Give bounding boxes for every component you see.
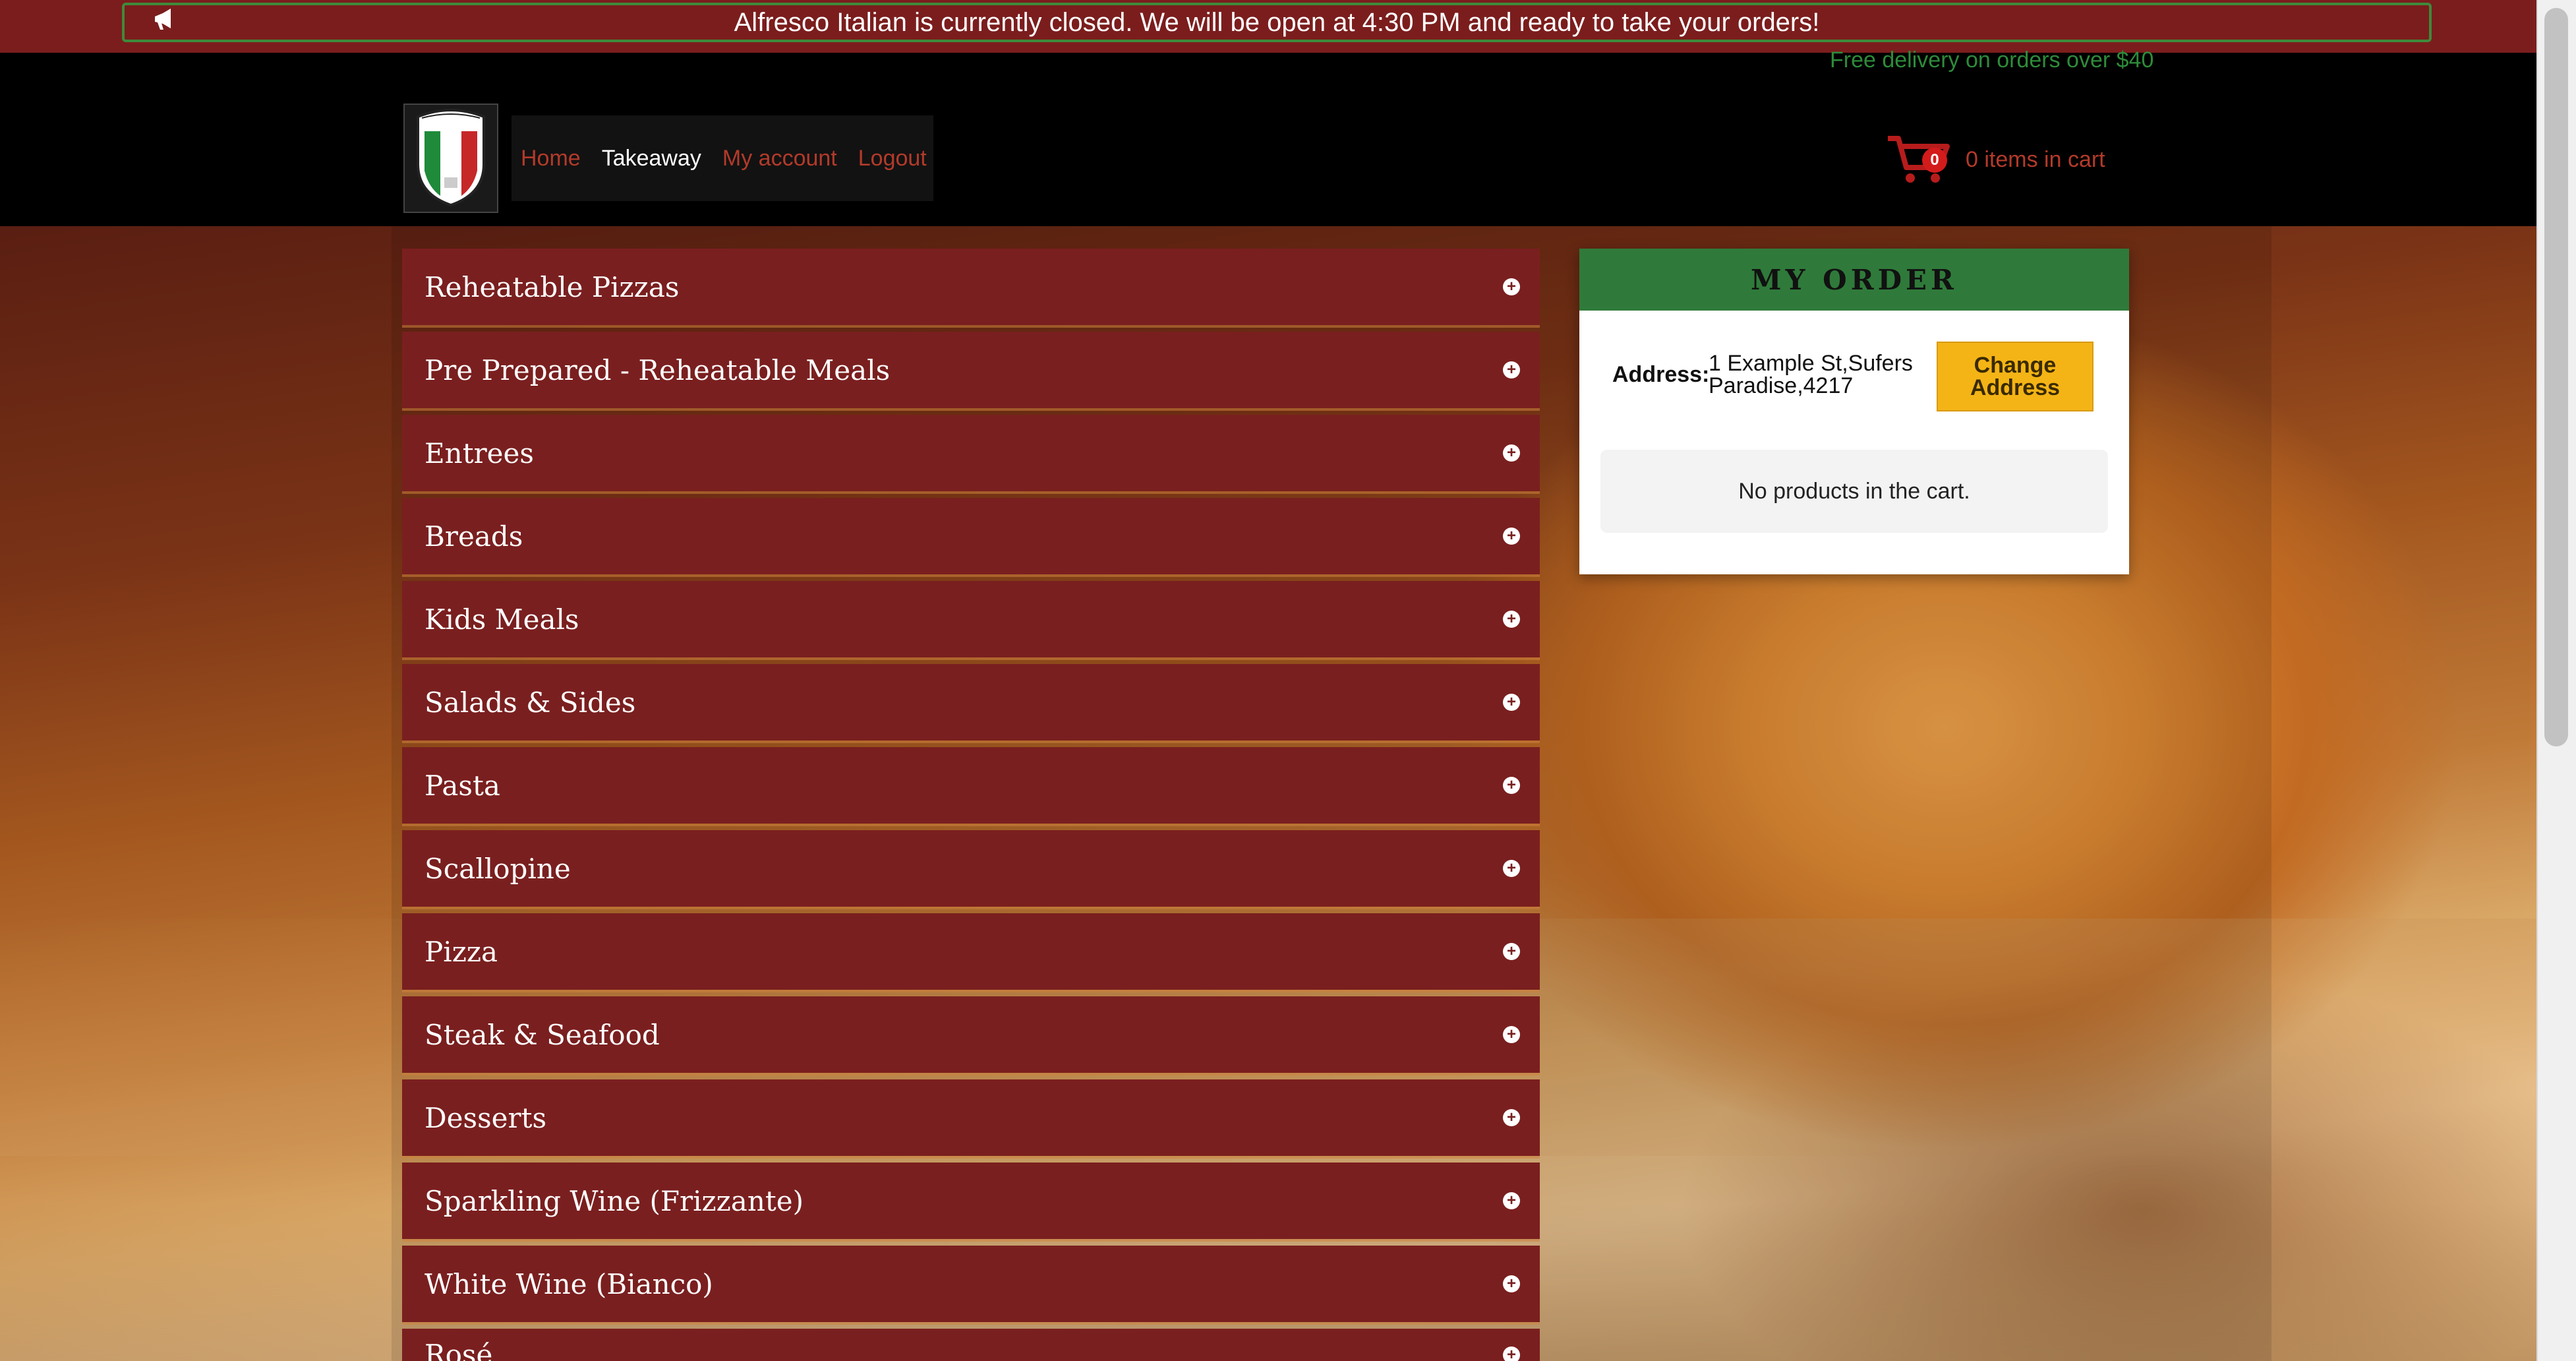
category-label: Breads (424, 520, 523, 553)
closed-notice-bar: Alfresco Italian is currently closed. We… (0, 0, 2536, 53)
category-steak-seafood[interactable]: Steak & Seafood + (402, 996, 1540, 1073)
expand-plus-icon[interactable]: + (1503, 1192, 1520, 1209)
expand-plus-icon[interactable]: + (1503, 1109, 1520, 1126)
category-white-wine[interactable]: White Wine (Bianco) + (402, 1246, 1540, 1322)
expand-plus-icon[interactable]: + (1503, 694, 1520, 711)
expand-plus-icon[interactable]: + (1503, 860, 1520, 877)
expand-plus-icon[interactable]: + (1503, 278, 1520, 295)
expand-plus-icon[interactable]: + (1503, 943, 1520, 960)
category-label: Scallopine (424, 852, 571, 885)
change-address-button[interactable]: Change Address (1937, 342, 2093, 411)
category-label: Entrees (424, 437, 534, 469)
category-label: Reheatable Pizzas (424, 270, 680, 303)
category-breads[interactable]: Breads + (402, 498, 1540, 574)
closed-notice: Alfresco Italian is currently closed. We… (122, 3, 2432, 42)
my-order-title: MY ORDER (1751, 263, 1958, 296)
category-reheatable-pizzas[interactable]: Reheatable Pizzas + (402, 249, 1540, 325)
category-label: Steak & Seafood (424, 1018, 660, 1051)
cart-summary[interactable]: 0 0 items in cart (1885, 132, 2105, 187)
category-label: Salads & Sides (424, 686, 636, 719)
scrollbar-thumb[interactable] (2544, 8, 2568, 746)
expand-plus-icon[interactable]: + (1503, 1275, 1520, 1292)
expand-plus-icon[interactable]: + (1503, 528, 1520, 545)
category-label: Pre Prepared - Reheatable Meals (424, 353, 891, 386)
category-label: Pizza (424, 935, 498, 968)
site-header (0, 53, 2536, 226)
category-pasta[interactable]: Pasta + (402, 747, 1540, 824)
expand-plus-icon[interactable]: + (1503, 1026, 1520, 1043)
address-value: 1 Example St,Sufers Paradise,4217 (1709, 351, 1913, 398)
category-sparkling-wine[interactable]: Sparkling Wine (Frizzante) + (402, 1163, 1540, 1239)
empty-cart-message: No products in the cart. (1600, 450, 2108, 533)
category-pre-prepared-meals[interactable]: Pre Prepared - Reheatable Meals + (402, 332, 1540, 408)
expand-plus-icon[interactable]: + (1503, 444, 1520, 462)
megaphone-icon (151, 7, 177, 40)
cart-count-badge: 0 (1922, 148, 1947, 173)
category-label: Kids Meals (424, 603, 579, 636)
category-label: Pasta (424, 769, 500, 802)
page-scrollbar[interactable] (2536, 0, 2576, 1361)
expand-plus-icon[interactable]: + (1503, 777, 1520, 794)
nav-logout[interactable]: Logout (858, 146, 927, 171)
cart-items-text[interactable]: 0 items in cart (1966, 147, 2105, 173)
category-label: Rosé (424, 1339, 493, 1361)
category-desserts[interactable]: Desserts + (402, 1079, 1540, 1156)
shopping-cart-icon[interactable]: 0 (1885, 132, 1951, 187)
category-kids-meals[interactable]: Kids Meals + (402, 581, 1540, 657)
nav-home[interactable]: Home (521, 146, 581, 171)
expand-plus-icon[interactable]: + (1503, 361, 1520, 378)
category-pizza[interactable]: Pizza + (402, 913, 1540, 990)
nav-my-account[interactable]: My account (722, 146, 837, 171)
address-label: Address: (1612, 362, 1710, 387)
my-order-header: MY ORDER (1579, 249, 2129, 311)
category-rose[interactable]: Rosé + (402, 1329, 1540, 1361)
nav-takeaway[interactable]: Takeaway (602, 146, 701, 171)
category-entrees[interactable]: Entrees + (402, 415, 1540, 491)
category-label: Sparkling Wine (Frizzante) (424, 1184, 804, 1217)
main-nav: Home Takeaway My account Logout (512, 115, 933, 201)
expand-plus-icon[interactable]: + (1503, 611, 1520, 628)
free-delivery-text: Free delivery on orders over $40 (1830, 47, 2154, 73)
category-label: White Wine (Bianco) (424, 1267, 713, 1300)
alfresco-logo[interactable] (403, 104, 498, 213)
category-scallopine[interactable]: Scallopine + (402, 830, 1540, 907)
category-label: Desserts (424, 1101, 547, 1134)
category-salads-sides[interactable]: Salads & Sides + (402, 664, 1540, 741)
expand-plus-icon[interactable]: + (1503, 1346, 1520, 1361)
closed-notice-text: Alfresco Italian is currently closed. We… (734, 7, 1820, 37)
my-order-panel: MY ORDER Address: 1 Example St,Sufers Pa… (1579, 249, 2129, 574)
